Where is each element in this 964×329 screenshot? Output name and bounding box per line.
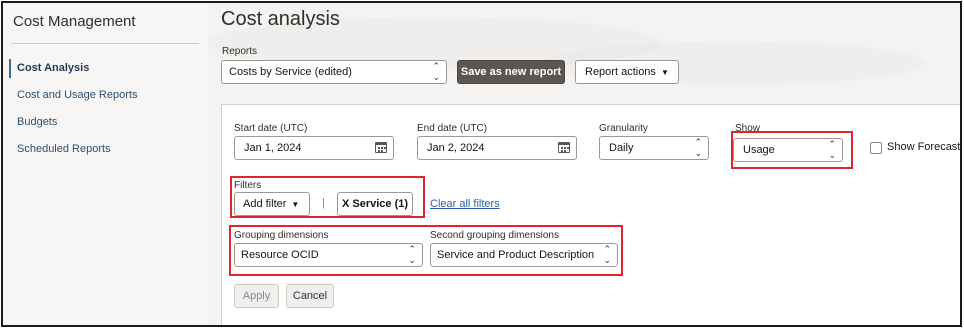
sidebar-nav: Cost Analysis Cost and Usage Reports Bud…: [3, 55, 208, 163]
report-actions-button[interactable]: Report actions ▼: [575, 60, 679, 84]
sidebar-divider: [11, 43, 199, 44]
sidebar-title: Cost Management: [13, 13, 136, 30]
calendar-icon[interactable]: [375, 142, 387, 153]
page-title: Cost analysis: [221, 8, 340, 30]
sidebar-item-budgets[interactable]: Budgets: [3, 109, 208, 136]
show-forecast-label: Show Forecast: [887, 141, 961, 153]
chevron-updown-icon: ⌃ ⌄: [694, 137, 702, 158]
sidebar: Cost Management Cost Analysis Cost and U…: [3, 3, 208, 325]
show-forecast-checkbox[interactable]: [870, 142, 882, 154]
calendar-icon[interactable]: [558, 142, 570, 153]
show-label: Show: [735, 123, 761, 134]
chevron-updown-icon: ⌃ ⌄: [432, 61, 440, 82]
reports-label: Reports: [222, 46, 258, 57]
cancel-button[interactable]: Cancel: [286, 284, 334, 308]
start-date-label: Start date (UTC): [234, 123, 308, 134]
chevron-updown-icon: ⌃ ⌄: [408, 244, 416, 265]
end-date-input[interactable]: Jan 2, 2024: [417, 136, 577, 160]
sidebar-item-cost-and-usage-reports[interactable]: Cost and Usage Reports: [3, 82, 208, 109]
start-date-value: Jan 1, 2024: [244, 142, 302, 154]
apply-button[interactable]: Apply: [234, 284, 279, 308]
grouping-value: Resource OCID: [241, 249, 319, 261]
add-filter-button[interactable]: Add filter ▼: [234, 192, 310, 216]
granularity-value: Daily: [609, 142, 634, 154]
service-filter-chip[interactable]: X Service (1): [337, 192, 413, 216]
sidebar-item-scheduled-reports[interactable]: Scheduled Reports: [3, 136, 208, 163]
add-filter-label: Add filter: [243, 198, 287, 210]
grouping-select[interactable]: Resource OCID ⌃ ⌄: [234, 243, 423, 267]
end-date-value: Jan 2, 2024: [427, 142, 485, 154]
report-actions-label: Report actions: [585, 66, 656, 78]
granularity-label: Granularity: [599, 123, 648, 134]
main-content: Cost analysis Reports Costs by Service (…: [208, 3, 960, 325]
report-select-value: Costs by Service (edited): [229, 66, 352, 78]
app-window: Cost Management Cost Analysis Cost and U…: [1, 1, 962, 327]
save-as-new-report-button[interactable]: Save as new report: [457, 60, 565, 84]
clear-all-filters-link[interactable]: Clear all filters: [430, 198, 500, 210]
chevron-updown-icon: ⌃ ⌄: [828, 139, 836, 160]
show-value: Usage: [743, 144, 775, 156]
grouping-label: Grouping dimensions: [234, 230, 329, 241]
granularity-select[interactable]: Daily ⌃ ⌄: [599, 136, 709, 160]
caret-down-icon: ▼: [660, 68, 669, 77]
sidebar-item-cost-analysis[interactable]: Cost Analysis: [3, 55, 208, 82]
chevron-updown-icon: ⌃ ⌄: [603, 244, 611, 265]
second-grouping-value: Service and Product Description: [437, 249, 595, 261]
second-grouping-select[interactable]: Service and Product Description ⌃ ⌄: [430, 243, 618, 267]
start-date-input[interactable]: Jan 1, 2024: [234, 136, 394, 160]
second-grouping-label: Second grouping dimensions: [430, 230, 559, 241]
filter-separator: |: [322, 197, 325, 209]
show-select[interactable]: Usage ⌃ ⌄: [733, 138, 843, 162]
query-panel: Start date (UTC) Jan 1, 2024 End date (U…: [221, 104, 961, 325]
end-date-label: End date (UTC): [417, 123, 488, 134]
caret-down-icon: ▼: [291, 200, 300, 209]
filters-label: Filters: [234, 180, 262, 191]
report-select[interactable]: Costs by Service (edited) ⌃ ⌄: [221, 60, 447, 84]
